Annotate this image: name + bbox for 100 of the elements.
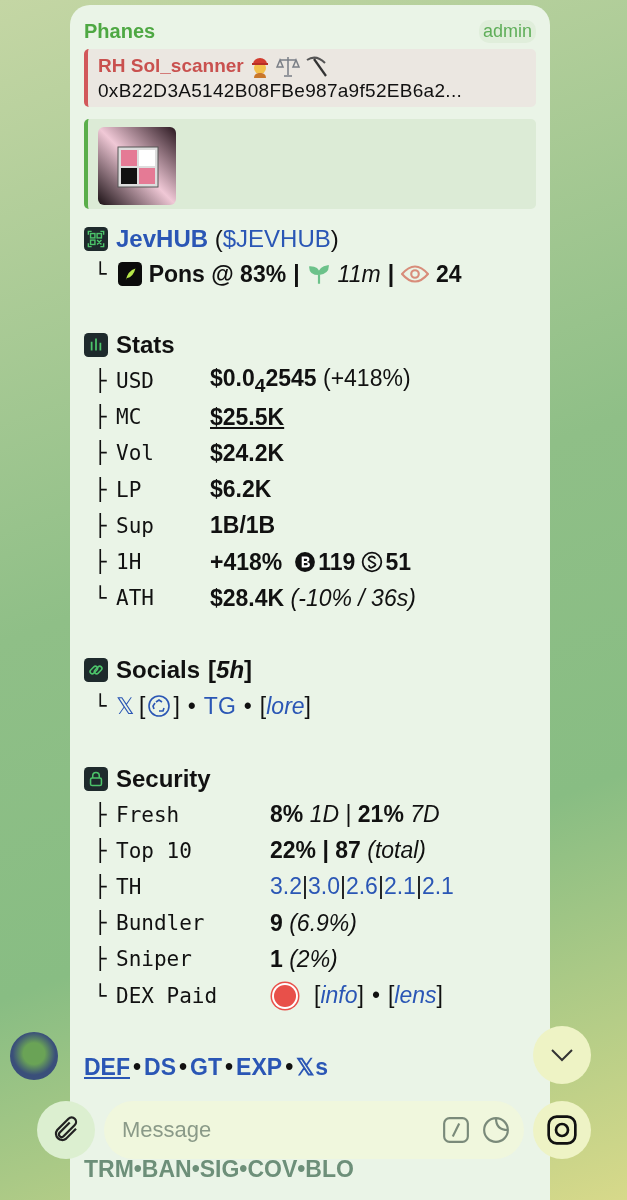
- security-value: 22% | 87 (total): [270, 837, 427, 865]
- link-icon: [84, 658, 108, 683]
- explorer-link[interactable]: EXP: [236, 1054, 283, 1082]
- watcher-count: 24: [436, 260, 462, 288]
- camera-icon: [546, 1114, 578, 1146]
- tree-branch: ├: [93, 369, 108, 394]
- message-field[interactable]: Message: [104, 1101, 524, 1159]
- eye-icon: [401, 264, 430, 284]
- avatar[interactable]: [10, 1032, 58, 1080]
- security-label: Sniper: [116, 947, 193, 972]
- sprout-icon: [306, 262, 331, 286]
- close-bracket: ]: [304, 692, 311, 720]
- ticker-link[interactable]: $JEVHUB: [222, 225, 331, 252]
- tree-branch: ├: [93, 441, 108, 466]
- x-link[interactable]: 𝕏: [116, 692, 135, 720]
- buys-count: 119: [318, 548, 356, 576]
- contract-address: 0xB22D3A5142B08FBe987a9f52EB6a2...: [98, 80, 464, 102]
- tree-branch: ├: [93, 405, 108, 430]
- section-title: Stats: [116, 331, 175, 359]
- bullet: •: [133, 1054, 142, 1082]
- bullet: •: [243, 692, 252, 720]
- separator: |: [293, 260, 300, 288]
- separator: |: [415, 873, 422, 901]
- stat-label: Vol: [116, 441, 155, 466]
- sells-icon: [361, 551, 384, 574]
- tree-branch: └: [93, 983, 108, 1008]
- stat-value: $24.2K: [210, 439, 285, 467]
- section-title: Security: [116, 764, 211, 793]
- lore-link[interactable]: lore: [266, 692, 305, 720]
- bullet: •: [187, 692, 196, 720]
- tree-branch: └: [93, 262, 108, 286]
- tree-branch: ├: [93, 477, 108, 502]
- separator: |: [302, 873, 308, 901]
- holder-share-link[interactable]: 3.0: [307, 873, 340, 901]
- recycle-link-icon[interactable]: [147, 694, 172, 719]
- security-label: Fresh: [116, 802, 181, 827]
- holder-share-link[interactable]: 3.2: [270, 873, 302, 901]
- stat-value: +418%: [210, 548, 283, 576]
- stat-label: USD: [116, 369, 155, 394]
- message-input[interactable]: Message: [120, 1116, 430, 1144]
- reply-quote[interactable]: RH Sol_scanner 0xB22D3A5142B08FBe987a9f52EB6a2...: [84, 49, 536, 107]
- security-label: DEX Paid: [116, 983, 219, 1008]
- stat-label: ATH: [116, 586, 155, 611]
- buys-icon: [294, 551, 317, 574]
- explorer-link[interactable]: DS: [144, 1054, 176, 1082]
- stat-label: MC: [116, 405, 143, 430]
- sells-count: 51: [385, 548, 411, 576]
- bullet: •: [225, 1054, 234, 1082]
- tree-branch: ├: [93, 838, 108, 863]
- security-value: 1 (2%): [270, 945, 338, 973]
- stat-value: $6.2K: [210, 476, 272, 504]
- link-preview[interactable]: [84, 119, 536, 209]
- telegram-link[interactable]: TG: [203, 692, 236, 720]
- command-icon[interactable]: [442, 1116, 470, 1144]
- explorer-link[interactable]: GT: [190, 1054, 223, 1082]
- tree-branch: ├: [93, 550, 108, 575]
- token-age: 11m: [337, 260, 381, 288]
- lock-icon: [84, 766, 108, 791]
- security-label: Top 10: [116, 838, 193, 863]
- holder-share-link[interactable]: 2.1: [421, 873, 454, 901]
- tree-branch: └: [93, 586, 108, 611]
- stat-value: $0.0$_{4}$2545 (+418%): [210, 365, 411, 397]
- security-label: Bundler: [116, 911, 206, 936]
- explorer-link[interactable]: DEF: [84, 1054, 130, 1082]
- feather-icon: [117, 262, 142, 286]
- stat-value: 1B/1B: [210, 512, 276, 540]
- stat-label: LP: [116, 477, 143, 502]
- holder-share-link[interactable]: 2.1: [383, 873, 416, 901]
- chevron-down-icon: [550, 1048, 574, 1062]
- security-value: 8% 1D | 21% 7D: [270, 801, 440, 829]
- bullet: •: [179, 1054, 188, 1082]
- tree-branch: ├: [93, 947, 108, 972]
- separator: |: [387, 260, 395, 288]
- tree-branch: ├: [93, 874, 108, 899]
- market-cap-link[interactable]: $25.5K: [210, 403, 285, 431]
- tree-branch: ├: [93, 911, 108, 936]
- tree-branch: └: [93, 694, 108, 719]
- open-bracket: [: [314, 982, 321, 1010]
- explorer-link[interactable]: 𝕏s: [296, 1054, 328, 1082]
- section-title: Socials: [116, 656, 201, 685]
- token-name-link[interactable]: JevHUB: [116, 225, 209, 252]
- scales-icon: [275, 54, 300, 78]
- stat-label: 1H: [116, 550, 143, 575]
- open-bracket: [: [139, 692, 146, 720]
- socials-age: [5h]: [208, 656, 253, 685]
- close-bracket: ]: [173, 692, 180, 720]
- stat-value: $28.4K (-10% / 36s): [210, 584, 416, 612]
- security-value: 9 (6.9%): [270, 909, 357, 937]
- launchpad-status: Pons @ 83%: [148, 260, 287, 288]
- lens-link[interactable]: lens: [394, 982, 437, 1010]
- sticker-icon[interactable]: [482, 1116, 510, 1144]
- bullet: •: [371, 982, 380, 1010]
- stat-label: Sup: [116, 513, 155, 538]
- admin-badge: admin: [478, 19, 536, 43]
- close-bracket: ]: [436, 982, 443, 1010]
- security-label: TH: [116, 874, 143, 899]
- separator: |: [339, 873, 346, 901]
- info-link[interactable]: info: [320, 982, 358, 1010]
- tree-branch: ├: [93, 802, 108, 827]
- holder-share-link[interactable]: 2.6: [345, 873, 378, 901]
